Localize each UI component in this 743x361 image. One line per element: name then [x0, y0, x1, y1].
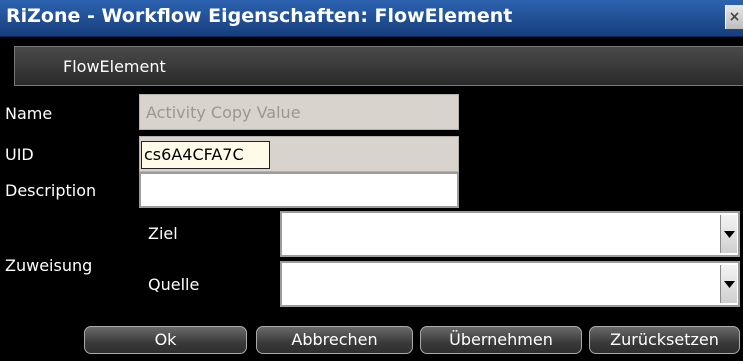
close-button[interactable]: ×	[725, 5, 743, 29]
tab-flowelement[interactable]: FlowElement	[14, 46, 743, 86]
title-bar: RiZone - Workflow Eigenschaften: FlowEle…	[0, 0, 743, 37]
apply-button[interactable]: Übernehmen	[420, 326, 582, 354]
description-label: Description	[5, 181, 97, 200]
cancel-button[interactable]: Abbrechen	[256, 326, 413, 354]
target-combobox[interactable]	[280, 211, 740, 257]
chevron-down-icon	[723, 230, 735, 238]
ok-button[interactable]: Ok	[84, 326, 247, 354]
assignment-label: Zuweisung	[5, 256, 93, 275]
source-combobox[interactable]	[280, 261, 740, 307]
window-title: RiZone - Workflow Eigenschaften: FlowEle…	[6, 5, 513, 27]
uid-value: cs6A4CFA7C	[141, 141, 270, 169]
target-dropdown-button[interactable]	[720, 215, 737, 253]
close-icon: ×	[728, 9, 741, 25]
chevron-down-icon	[723, 280, 735, 288]
tab-label: FlowElement	[63, 57, 166, 76]
description-field[interactable]	[139, 172, 459, 208]
name-label: Name	[5, 104, 53, 123]
source-dropdown-button[interactable]	[720, 265, 737, 303]
uid-label: UID	[5, 145, 34, 164]
source-label: Quelle	[148, 275, 200, 294]
reset-button[interactable]: Zurücksetzen	[589, 326, 740, 354]
target-label: Ziel	[148, 224, 178, 243]
name-field[interactable]	[139, 94, 459, 130]
